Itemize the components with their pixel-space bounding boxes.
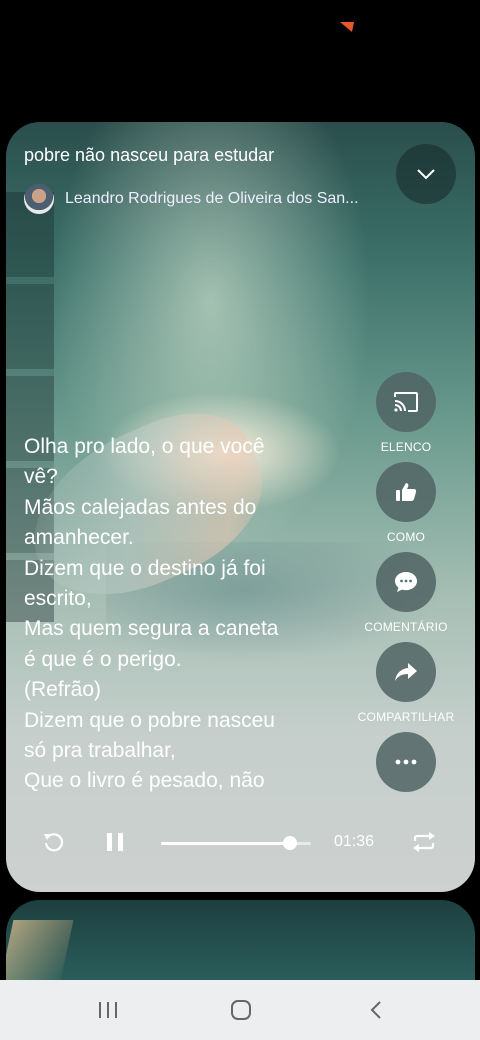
home-button[interactable]	[221, 996, 261, 1024]
share-label: COMPARTILHAR	[357, 710, 455, 724]
home-icon	[231, 1000, 251, 1020]
cast-icon	[394, 392, 418, 412]
like-action[interactable]: COMO	[356, 462, 456, 544]
more-icon	[395, 759, 417, 765]
like-label: COMO	[386, 530, 426, 544]
author-name[interactable]: Leandro Rodrigues de Oliveira dos San...	[65, 190, 385, 208]
cast-label: ELENCO	[380, 440, 432, 454]
share-icon	[395, 663, 417, 681]
comment-icon	[395, 572, 417, 592]
back-icon	[370, 1001, 381, 1019]
replay-icon	[44, 833, 64, 852]
avatar[interactable]	[24, 184, 54, 214]
thumbs-up-icon	[396, 483, 417, 501]
author-row[interactable]: Leandro Rodrigues de Oliveira dos San...	[24, 184, 385, 214]
back-button[interactable]	[356, 996, 396, 1024]
replay-button[interactable]	[42, 830, 66, 854]
playback-time: 01:36	[334, 833, 375, 850]
progress-fill	[161, 842, 290, 845]
song-title: pobre não nasceu para estudar	[24, 145, 275, 165]
share-button[interactable]	[376, 642, 436, 702]
next-video-thumbnail	[6, 920, 74, 980]
progress-knob[interactable]	[283, 836, 297, 850]
like-button[interactable]	[376, 462, 436, 522]
recent-apps-button[interactable]	[88, 996, 128, 1024]
repeat-button[interactable]	[411, 830, 437, 854]
repeat-icon	[413, 832, 435, 852]
collapse-button[interactable]	[396, 144, 456, 204]
recent-apps-icon	[99, 1002, 117, 1018]
more-action[interactable]	[356, 732, 456, 792]
chevron-down-icon	[417, 169, 435, 180]
share-action[interactable]: COMPARTILHAR	[356, 642, 456, 724]
comment-label: COMENTÁRIO	[364, 620, 448, 634]
player-controls: 01:36	[6, 812, 475, 872]
cast-button[interactable]	[376, 372, 436, 432]
player-card: pobre não nasceu para estudar Leandro Ro…	[6, 122, 475, 892]
lyrics-text: Olha pro lado, o que você vê? Mãos calej…	[24, 435, 279, 793]
next-video-card[interactable]	[6, 900, 475, 980]
comment-action[interactable]: COMENTÁRIO	[356, 552, 456, 634]
comment-button[interactable]	[376, 552, 436, 612]
progress-slider[interactable]	[161, 836, 311, 850]
pause-icon	[107, 833, 123, 851]
cast-action[interactable]: ELENCO	[356, 372, 456, 454]
system-nav-bar	[0, 980, 480, 1040]
notification-indicator-icon	[340, 22, 354, 32]
more-button[interactable]	[376, 732, 436, 792]
pause-button[interactable]	[104, 830, 126, 854]
